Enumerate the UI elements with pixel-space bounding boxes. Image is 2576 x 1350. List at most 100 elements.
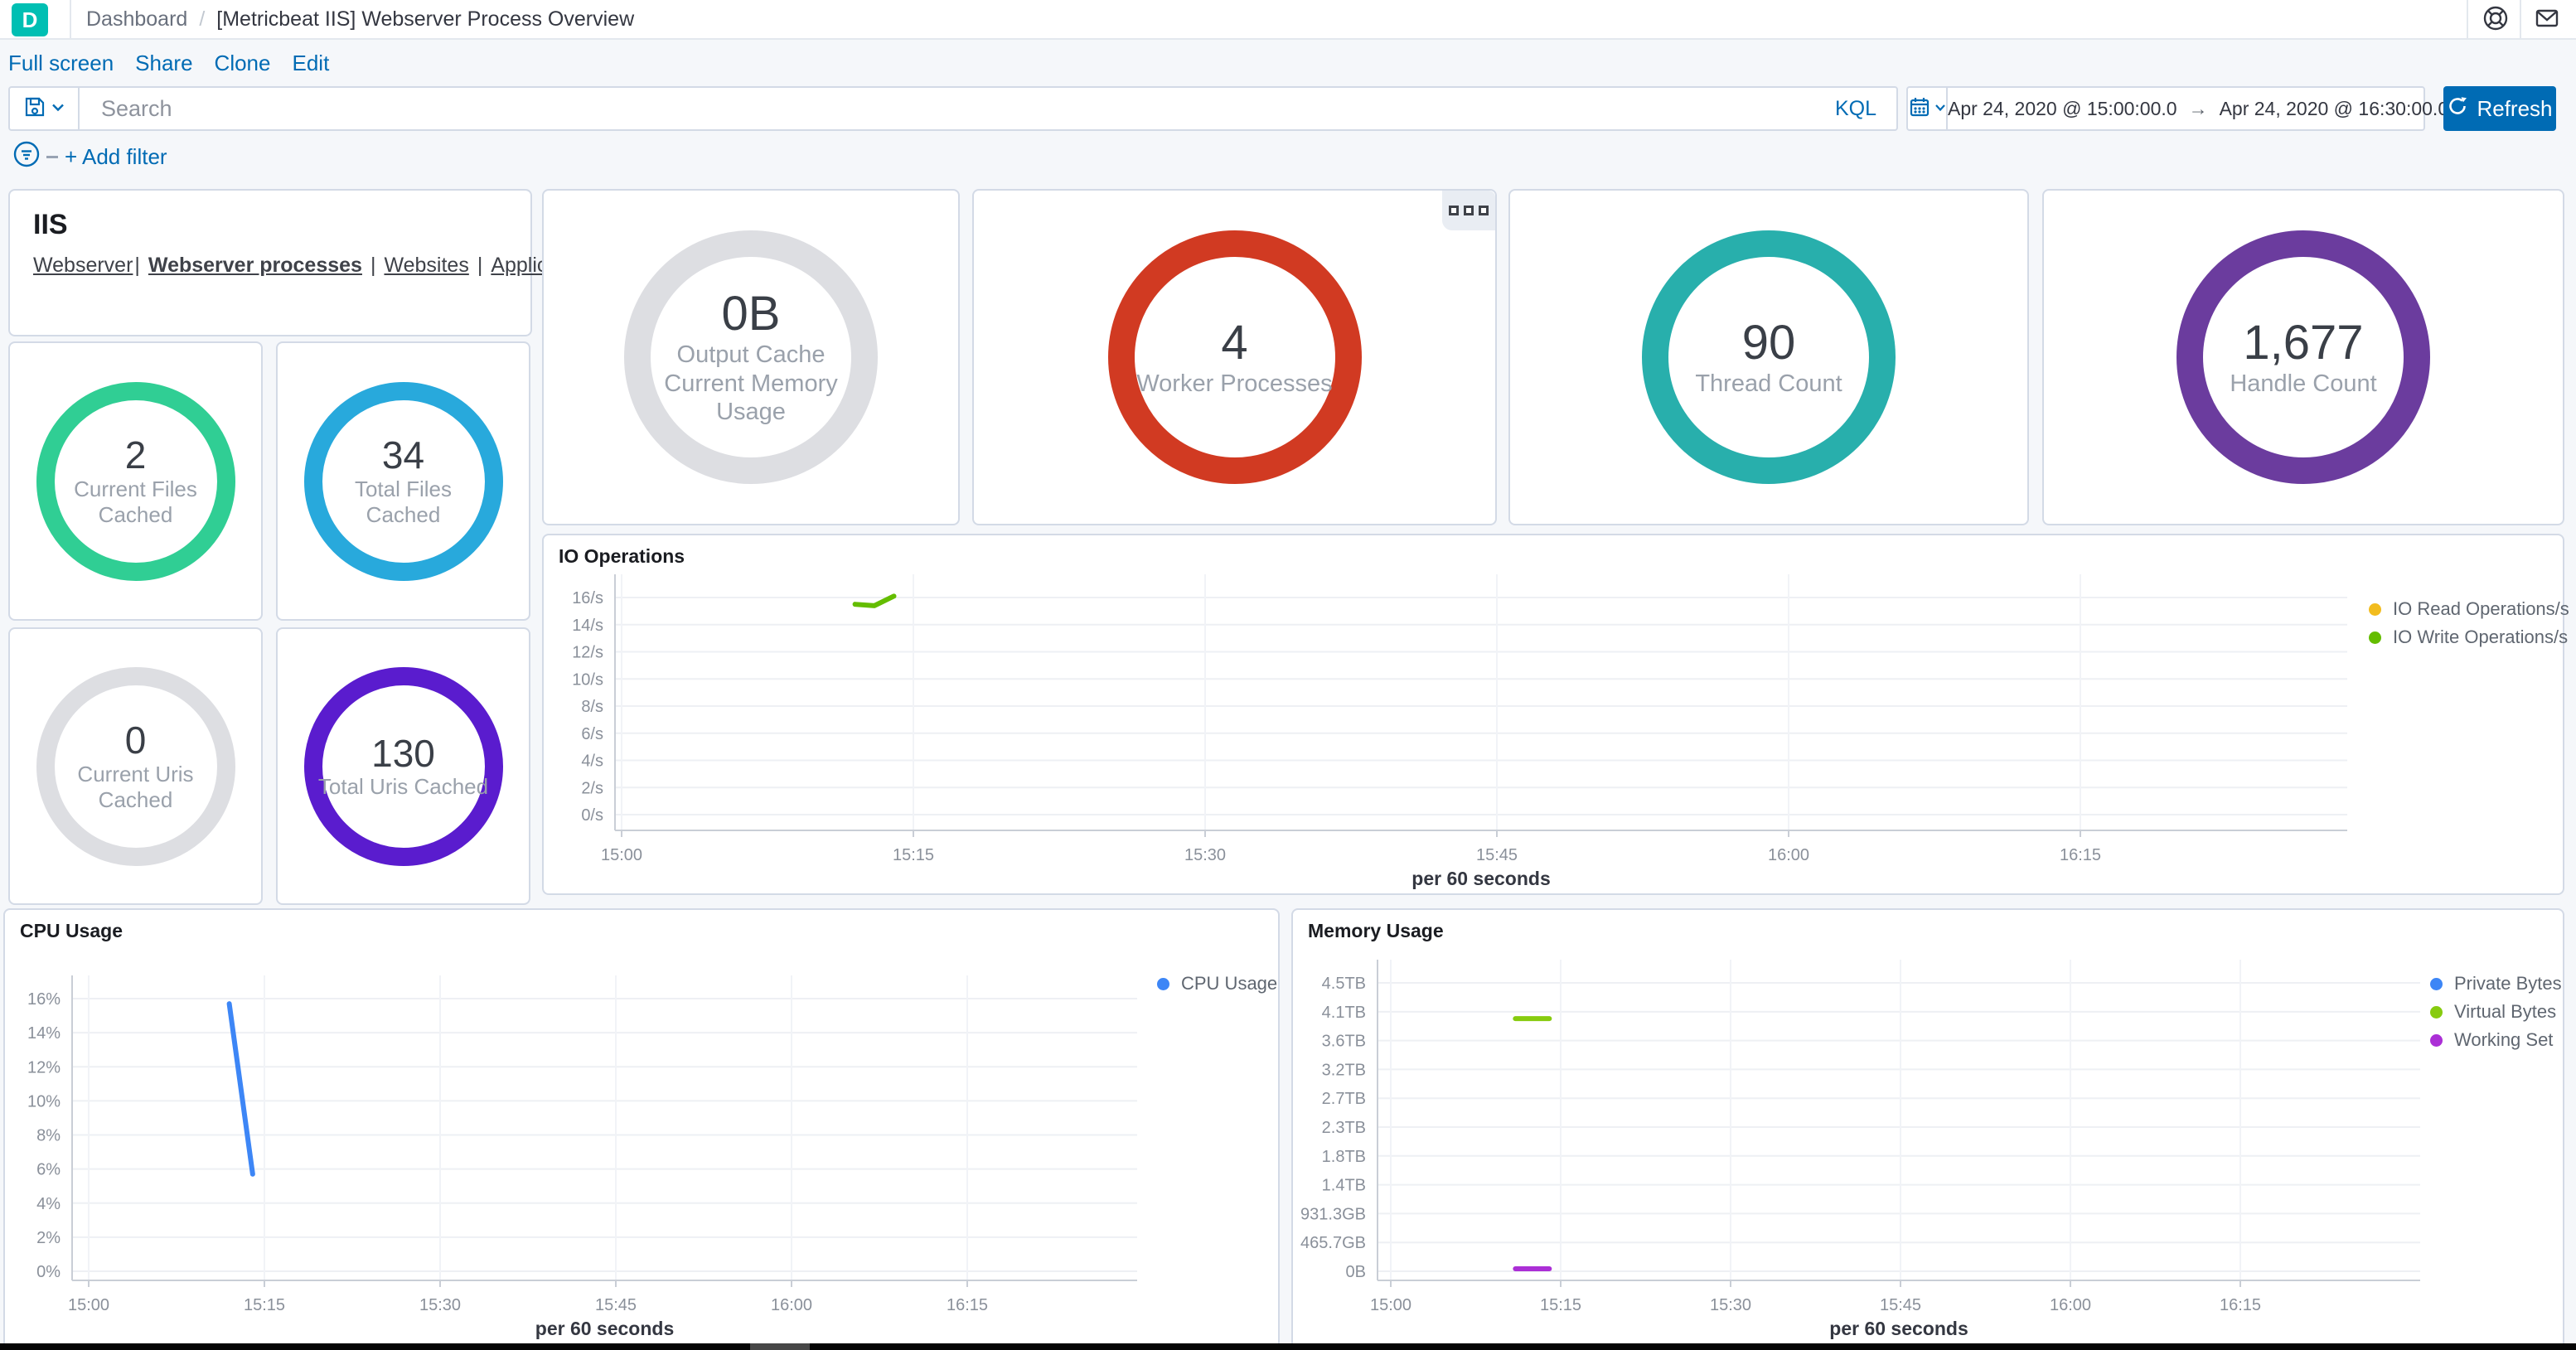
legend-item-working-set[interactable]: Working Set <box>2430 1026 2562 1054</box>
gauge-value: 34 <box>381 433 425 477</box>
svg-text:15:15: 15:15 <box>893 846 934 864</box>
svg-text:931.3GB: 931.3GB <box>1300 1205 1366 1223</box>
clone-link[interactable]: Clone <box>215 51 271 76</box>
gauge-ring: 2 Current Files Cached <box>36 381 235 581</box>
gauge-value: 4 <box>1221 315 1248 370</box>
svg-text:15:45: 15:45 <box>1880 1296 1921 1314</box>
legend-dot <box>2369 602 2381 616</box>
iis-link-websites[interactable]: Websites <box>384 254 468 278</box>
svg-text:6%: 6% <box>36 1161 61 1179</box>
filter-bar: + Add filter <box>0 134 2576 174</box>
svg-text:2.7TB: 2.7TB <box>1322 1090 1366 1108</box>
memory-usage-legend: Private Bytes Virtual Bytes Working Set <box>2430 970 2562 1054</box>
io-operations-panel: IO Operations 0/s 2/s 4/s 6/s 8/s 10/s 12/s 14/… <box>542 534 2569 895</box>
full-screen-link[interactable]: Full screen <box>8 51 114 76</box>
bottom-bar <box>0 1343 2576 1350</box>
svg-text:15:45: 15:45 <box>595 1296 637 1314</box>
feedback-button[interactable] <box>2533 6 2561 34</box>
io-operations-chart[interactable]: 0/s 2/s 4/s 6/s 8/s 10/s 12/s 14/s 16/s 15:00 15:1… <box>544 535 2569 893</box>
legend-item-cpu-usage[interactable]: CPU Usage <box>1157 970 1277 998</box>
svg-text:4.1TB: 4.1TB <box>1322 1004 1366 1022</box>
gauge-label: Worker Processes <box>1136 370 1333 397</box>
app-logo[interactable]: D <box>12 3 48 36</box>
bottom-bar-scrollbar-thumb[interactable] <box>750 1343 810 1350</box>
iis-link-webserver[interactable]: Webserver <box>33 254 133 278</box>
legend-dot <box>2430 977 2443 990</box>
panel-menu-icon <box>1479 206 1489 215</box>
gauge-output-cache-memory-usage: 0B Output Cache Current Memory Usage <box>542 189 960 525</box>
legend-dot <box>1157 977 1169 990</box>
gauge-value: 0 <box>124 719 147 762</box>
legend-item-private-bytes[interactable]: Private Bytes <box>2430 970 2562 998</box>
refresh-icon <box>2447 95 2468 123</box>
gauge-label: Total Files Cached <box>354 476 453 527</box>
divider <box>70 0 71 38</box>
life-ring-icon <box>2482 4 2510 36</box>
filter-circle-icon[interactable] <box>12 139 41 173</box>
iis-markdown-panel: IIS Webserver | Webserver processes | Websit… <box>8 189 650 336</box>
legend-label: IO Read Operations/s <box>2393 598 2569 619</box>
gauge-label: Current Uris Cached <box>77 761 194 812</box>
legend-label: Working Set <box>2454 1029 2554 1050</box>
legend-label: CPU Usage <box>1181 973 1278 994</box>
io-operations-legend: IO Read Operations/s IO Write Operations/… <box>2369 595 2569 651</box>
top-navigation-bar: D Dashboard / [Metricbeat IIS] Webserver… <box>0 0 2576 40</box>
svg-text:0%: 0% <box>36 1263 61 1281</box>
svg-text:15:30: 15:30 <box>1710 1296 1751 1314</box>
gauge-ring: 4 Worker Processes <box>1107 230 1362 484</box>
svg-text:4%: 4% <box>36 1195 61 1213</box>
share-link[interactable]: Share <box>135 51 192 76</box>
refresh-button[interactable]: Refresh <box>2443 86 2556 131</box>
svg-text:4/s: 4/s <box>581 752 603 771</box>
iis-link-webserver-processes[interactable]: Webserver processes <box>148 254 362 278</box>
calendar-icon <box>1908 95 1931 123</box>
date-to[interactable]: Apr 24, 2020 @ 16:30:00.0 <box>2220 98 2449 120</box>
chart-title: Memory Usage <box>1308 920 1444 941</box>
gauge-handle-count: 1,677 Handle Count <box>2042 189 2564 525</box>
svg-text:16:15: 16:15 <box>947 1296 988 1314</box>
panel-menu-button[interactable] <box>1442 191 1495 230</box>
gauge-label: Thread Count <box>1695 370 1842 397</box>
svg-text:0B: 0B <box>1346 1263 1366 1281</box>
legend-item-io-read-operations-s[interactable]: IO Read Operations/s <box>2369 595 2569 623</box>
date-from[interactable]: Apr 24, 2020 @ 15:00:00.0 <box>1948 98 2177 120</box>
add-filter-link[interactable]: + Add filter <box>65 144 167 170</box>
help-button[interactable] <box>2482 6 2510 34</box>
legend-label: IO Write Operations/s <box>2393 627 2569 647</box>
divider <box>2467 0 2468 38</box>
memory-usage-chart[interactable]: 0B 465.7GB 931.3GB 1.4TB 1.8TB 2.3TB 2.7TB 3.2T… <box>1293 910 2563 1350</box>
svg-text:15:15: 15:15 <box>244 1296 285 1314</box>
saved-query-menu-button[interactable] <box>10 88 80 129</box>
breadcrumb-separator: / <box>199 7 206 31</box>
legend-item-io-write-operations-s[interactable]: IO Write Operations/s <box>2369 623 2569 651</box>
gauge-label: Output Cache Current Memory Usage <box>664 341 838 426</box>
gauge-ring: 1,677 Handle Count <box>2177 230 2430 484</box>
svg-text:8%: 8% <box>36 1127 61 1145</box>
date-range: Apr 24, 2020 @ 15:00:00.0 → Apr 24, 2020… <box>1948 88 2448 129</box>
svg-text:per 60 seconds: per 60 seconds <box>535 1318 674 1339</box>
svg-text:14/s: 14/s <box>572 617 603 635</box>
legend-item-virtual-bytes[interactable]: Virtual Bytes <box>2430 998 2562 1026</box>
svg-text:16:15: 16:15 <box>2060 846 2101 864</box>
gauge-thread-count: 90 Thread Count <box>1508 189 2029 525</box>
kql-toggle-button[interactable]: KQL <box>1835 97 1876 121</box>
breadcrumb-dashboard-link[interactable]: Dashboard <box>86 7 187 31</box>
gauge-ring: 90 Thread Count <box>1642 230 1896 484</box>
edit-link[interactable]: Edit <box>292 51 329 76</box>
svg-text:15:00: 15:00 <box>68 1296 109 1314</box>
svg-text:per 60 seconds: per 60 seconds <box>1411 868 1550 889</box>
cpu-usage-panel: CPU Usage 0% 2% 4% 6% 8% 10% 12% 14% 16% 15:00 15:… <box>3 908 1280 1350</box>
memory-usage-svg: 0B 465.7GB 931.3GB 1.4TB 1.8TB 2.3TB 2.7TB 3.2T… <box>1300 960 2420 1339</box>
svg-text:16%: 16% <box>27 990 61 1009</box>
gauge-ring: 0 Current Uris Cached <box>36 666 235 866</box>
svg-text:15:30: 15:30 <box>1184 846 1226 864</box>
search-input[interactable] <box>80 88 1835 129</box>
panel-menu-icon <box>1449 206 1459 215</box>
divider <box>46 156 58 158</box>
svg-text:16:00: 16:00 <box>1768 846 1809 864</box>
gauge-label: Current Files Cached <box>74 476 197 527</box>
svg-text:1.8TB: 1.8TB <box>1322 1148 1366 1166</box>
cpu-usage-chart[interactable]: 0% 2% 4% 6% 8% 10% 12% 14% 16% 15:00 15:15 15:30 15:… <box>5 910 1278 1350</box>
date-quick-select-button[interactable] <box>1908 88 1948 129</box>
gauge-total-uris-cached: 130 Total Uris Cached <box>276 627 530 905</box>
